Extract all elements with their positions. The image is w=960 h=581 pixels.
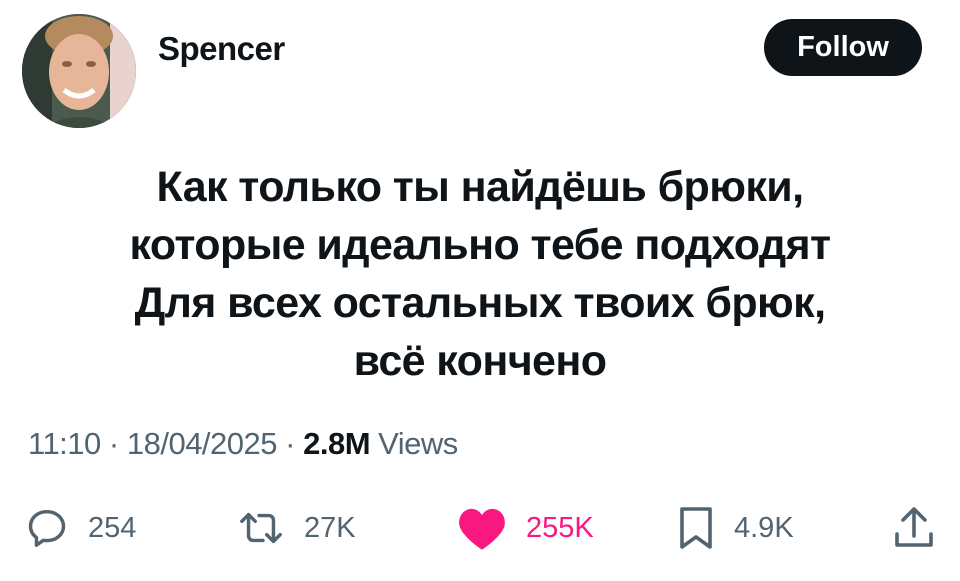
bookmark-icon <box>676 504 716 552</box>
reply-icon <box>24 505 70 551</box>
share-button[interactable] <box>892 500 936 556</box>
reply-button[interactable]: 254 <box>24 500 136 556</box>
avatar[interactable] <box>22 14 136 128</box>
tweet-text-line: Для всех остальных твоих брюк, <box>134 279 826 327</box>
repost-icon <box>236 505 286 551</box>
meta-separator: · <box>285 426 295 461</box>
bookmark-count: 4.9K <box>734 511 794 544</box>
tweet-text-line: всё кончено <box>353 337 607 385</box>
follow-button[interactable]: Follow <box>764 19 922 76</box>
tweet-meta: 11:10 · 18/04/2025 · 2.8M Views <box>28 426 458 462</box>
tweet-date[interactable]: 18/04/2025 <box>127 426 278 461</box>
views-count[interactable]: 2.8M <box>303 426 370 461</box>
like-button[interactable]: 255K <box>456 500 594 556</box>
repost-count: 27K <box>304 511 356 544</box>
author-name[interactable]: Spencer <box>158 30 285 68</box>
tweet-card: Spencer Follow Как только ты найдёшь брю… <box>0 0 960 581</box>
like-count: 255K <box>526 511 594 544</box>
views-label[interactable]: Views <box>378 426 458 461</box>
reply-count: 254 <box>88 511 137 544</box>
tweet-text-line: Как только ты найдёшь брюки, <box>156 163 804 211</box>
repost-button[interactable]: 27K <box>236 500 356 556</box>
meta-separator: · <box>108 426 119 461</box>
bookmark-button[interactable]: 4.9K <box>676 500 794 556</box>
tweet-text-line: которые идеально тебе подходят <box>129 221 831 269</box>
tweet-time[interactable]: 11:10 <box>28 426 101 461</box>
action-bar: 254 27K 255K 4.9K <box>0 500 960 556</box>
heart-icon <box>456 504 508 552</box>
tweet-text: Как только ты найдёшь брюки, которые иде… <box>0 158 960 390</box>
share-icon <box>892 504 936 552</box>
